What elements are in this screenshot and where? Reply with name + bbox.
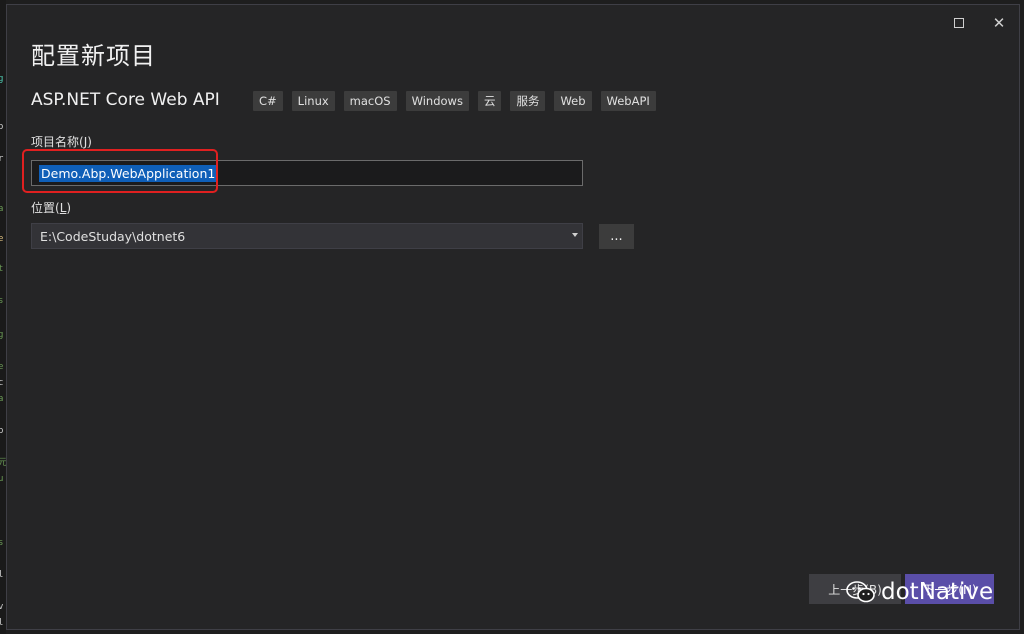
tag-cloud: 云: [477, 91, 502, 111]
code-strip-glyph: e: [0, 234, 4, 244]
close-button[interactable]: ✕: [986, 11, 1012, 35]
browse-button[interactable]: ...: [599, 224, 634, 249]
maximize-icon: [954, 18, 964, 28]
template-tags: C# Linux macOS Windows 云 服务 Web WebAPI: [253, 91, 656, 111]
dialog-title: 配置新项目: [31, 42, 156, 70]
code-strip-glyph: l: [0, 570, 4, 580]
tag-web: Web: [554, 91, 592, 111]
template-name: ASP.NET Core Web API: [31, 90, 220, 110]
tag-webapi: WebAPI: [600, 91, 656, 111]
configure-project-dialog: ✕ 配置新项目 ASP.NET Core Web API C# Linux ma…: [6, 4, 1020, 630]
tag-macos: macOS: [343, 91, 397, 111]
tag-linux: Linux: [291, 91, 335, 111]
tag-service: 服务: [510, 91, 546, 111]
location-label: 位置(L): [31, 201, 72, 215]
project-name-label: 项目名称(J): [31, 135, 92, 149]
code-strip-glyph: l: [0, 618, 4, 628]
location-select[interactable]: E:\CodeStuday\dotnet6: [31, 223, 583, 249]
annotation-highlight-box: [22, 149, 218, 193]
tag-csharp: C#: [253, 91, 283, 111]
wechat-icon: [846, 581, 875, 603]
close-icon: ✕: [992, 13, 1006, 32]
code-strip-glyph: a: [0, 204, 4, 214]
code-strip-glyph: e: [0, 362, 4, 372]
code-strip-glyph: g: [0, 330, 4, 340]
code-strip-glyph: p: [0, 426, 4, 436]
code-strip-glyph: o: [0, 122, 4, 132]
code-strip-glyph: g: [0, 74, 4, 84]
tag-windows: Windows: [405, 91, 469, 111]
code-strip-glyph: u: [0, 474, 4, 484]
code-strip-glyph: s: [0, 296, 4, 306]
code-strip-glyph: s: [0, 538, 4, 548]
chevron-down-icon[interactable]: [572, 233, 578, 237]
location-value: E:\CodeStuday\dotnet6: [40, 228, 186, 244]
code-strip-glyph: t: [0, 264, 4, 274]
code-strip-glyph: v: [0, 602, 4, 612]
code-strip-glyph: c: [0, 378, 4, 388]
watermark: dotNative: [845, 579, 993, 605]
project-name-accesskey: J: [83, 135, 88, 149]
code-strip-glyph: a: [0, 394, 4, 404]
location-accesskey: L: [59, 201, 67, 215]
watermark-text: dotNative: [881, 579, 994, 605]
code-strip-glyph: r: [0, 154, 4, 164]
maximize-button[interactable]: [946, 11, 972, 35]
